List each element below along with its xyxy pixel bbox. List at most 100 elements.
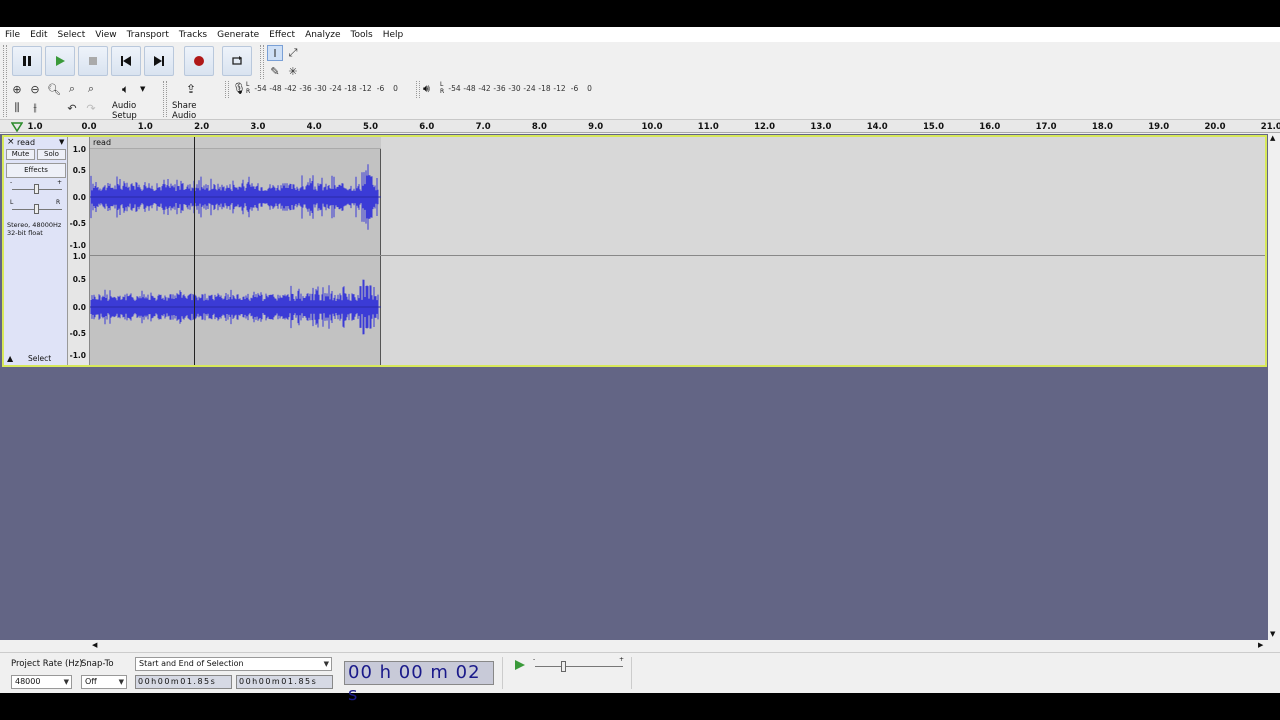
playback-meter[interactable]: -54 -48 -42 -36 -30 -24 -18 -12 -6 0 xyxy=(447,84,597,93)
speed-slider-thumb[interactable] xyxy=(561,661,566,672)
horizontal-scrollbar[interactable]: ◀ ▶ xyxy=(90,640,1268,652)
toolbar-grip[interactable] xyxy=(260,45,264,79)
fit-project-button[interactable]: ⌕ xyxy=(64,81,80,97)
scroll-up-icon[interactable]: ▲ xyxy=(1270,134,1275,142)
toolbar-grip[interactable] xyxy=(3,81,7,117)
timeline-ruler[interactable]: 1.0 0.0 1.0 2.0 3.0 4.0 5.0 6.0 7.0 8.0 9.0 10.0 11… xyxy=(0,120,1280,133)
track-menu-chevron-icon[interactable]: ▼ xyxy=(59,138,64,146)
vertical-scrollbar[interactable]: ▲ ▼ xyxy=(1268,134,1280,640)
project-rate-label: Project Rate (Hz) xyxy=(11,659,83,669)
audio-setup-label: Audio Setup xyxy=(112,101,137,121)
ruler-tick: 19.0 xyxy=(1148,122,1170,132)
undo-button[interactable]: ↶ xyxy=(64,100,80,116)
selection-start-time[interactable]: 00h00m01.85s xyxy=(135,675,232,689)
zoom-out-button[interactable]: ⊖ xyxy=(27,81,43,97)
selection-end-time[interactable]: 00h00m01.85s xyxy=(236,675,333,689)
gain-minus-label: - xyxy=(10,179,13,186)
skip-to-end-button[interactable] xyxy=(144,46,174,76)
stop-button[interactable] xyxy=(78,46,108,76)
speed-slider[interactable] xyxy=(535,666,623,667)
zoom-in-button[interactable]: ⊕ xyxy=(9,81,25,97)
meter-tick: -36 xyxy=(299,84,312,93)
menu-tracks[interactable]: Tracks xyxy=(174,30,212,40)
scroll-left-icon[interactable]: ◀ xyxy=(92,641,97,649)
snap-to-label: Snap-To xyxy=(81,659,114,669)
meter-tick: -36 xyxy=(493,84,506,93)
collapse-track-icon[interactable]: ▲ xyxy=(7,354,13,363)
track-name[interactable]: read xyxy=(17,138,35,147)
menu-effect[interactable]: Effect xyxy=(264,30,300,40)
menu-transport[interactable]: Transport xyxy=(122,30,174,40)
effects-button[interactable]: Effects xyxy=(6,163,66,178)
play-icon xyxy=(56,56,65,66)
meter-tick: -30 xyxy=(314,84,327,93)
speed-plus-label: + xyxy=(619,656,625,663)
menu-view[interactable]: View xyxy=(90,30,121,40)
audio-setup-button[interactable]: 🔈︎ ▼ Audio Setup xyxy=(108,80,160,121)
selection-mode-select[interactable]: Start and End of Selection ▼ xyxy=(135,657,332,671)
gain-slider-thumb[interactable] xyxy=(34,184,39,194)
scroll-right-icon[interactable]: ▶ xyxy=(1258,641,1263,649)
snap-to-select[interactable]: Off ▼ xyxy=(81,675,127,689)
pause-button[interactable] xyxy=(12,46,42,76)
share-audio-button[interactable]: ⇪ Share Audio xyxy=(168,80,218,121)
multi-tool[interactable]: ✳ xyxy=(285,63,301,79)
audio-clip[interactable]: read xyxy=(90,137,381,365)
menu-edit[interactable]: Edit xyxy=(25,30,52,40)
menu-help[interactable]: Help xyxy=(378,30,409,40)
envelope-tool[interactable]: ⤢ xyxy=(285,45,301,61)
toolbar-grip[interactable] xyxy=(416,81,420,98)
draw-tool[interactable]: ✎ xyxy=(267,63,283,79)
speaker-icon: 🔈︎ xyxy=(122,82,130,96)
ruler-tick: 20.0 xyxy=(1204,122,1226,132)
redo-button[interactable]: ↷ xyxy=(83,100,99,116)
track-area[interactable]: × read ▼ Mute Solo Effects - + L R Stere… xyxy=(0,134,1268,640)
toolbar-grip[interactable] xyxy=(163,81,167,117)
play-button[interactable] xyxy=(45,46,75,76)
meter-tick: -24 xyxy=(329,84,342,93)
loop-button[interactable] xyxy=(222,46,252,76)
play-icon xyxy=(515,660,525,670)
pan-slider-thumb[interactable] xyxy=(34,204,39,214)
meter-tick: -18 xyxy=(538,84,551,93)
pan-right-label: R xyxy=(56,199,61,206)
solo-button[interactable]: Solo xyxy=(37,149,66,160)
meter-tick: -24 xyxy=(523,84,536,93)
ruler-tick: 8.0 xyxy=(531,122,547,132)
zoom-in-icon: ⊕ xyxy=(12,82,22,96)
skip-to-start-button[interactable] xyxy=(111,46,141,76)
trim-icon: ⫼ xyxy=(14,101,20,114)
close-track-icon[interactable]: × xyxy=(7,137,15,147)
toolbar-grip[interactable] xyxy=(3,45,7,79)
microphone-icon[interactable]: 🎙︎ xyxy=(232,82,246,95)
selection-tool[interactable]: I xyxy=(267,45,283,61)
project-rate-select[interactable]: 48000 ▼ xyxy=(11,675,72,689)
select-track-button[interactable]: Select xyxy=(28,354,51,363)
ruler-left-value: 1.0 xyxy=(27,122,43,132)
record-meter[interactable]: -54 -48 -42 -36 -30 -24 -18 -12 -6 0 xyxy=(253,84,403,93)
play-at-speed-button[interactable] xyxy=(514,659,526,674)
menu-generate[interactable]: Generate xyxy=(212,30,264,40)
fit-selection-button[interactable]: 🔍︎ xyxy=(46,81,62,97)
scroll-down-icon[interactable]: ▼ xyxy=(1270,630,1275,638)
menu-file[interactable]: File xyxy=(0,30,25,40)
zoom-toggle-button[interactable]: ⌕ xyxy=(83,81,99,97)
ruler-tick: 4.0 xyxy=(306,122,322,132)
audio-track[interactable]: × read ▼ Mute Solo Effects - + L R Stere… xyxy=(2,135,1267,367)
mute-button[interactable]: Mute xyxy=(6,149,35,160)
zoom-toggle-icon: ⌕ xyxy=(87,82,95,95)
ruler-tick: 14.0 xyxy=(866,122,888,132)
menu-select[interactable]: Select xyxy=(53,30,91,40)
menu-tools[interactable]: Tools xyxy=(346,30,378,40)
speaker-meter-icon[interactable]: 🔊︎ xyxy=(423,82,430,96)
record-button[interactable] xyxy=(184,46,214,76)
silence-button[interactable]: ⫲ xyxy=(27,100,43,116)
waveform xyxy=(90,164,381,335)
meter-tick: -42 xyxy=(478,84,491,93)
meter-tick: -48 xyxy=(269,84,282,93)
menu-analyze[interactable]: Analyze xyxy=(300,30,345,40)
selection-mode-value: Start and End of Selection xyxy=(139,659,244,668)
audio-position-time[interactable]: 00 h 00 m 02 s xyxy=(344,661,494,705)
trim-button[interactable]: ⫼ xyxy=(9,100,25,116)
toolbar-grip[interactable] xyxy=(225,81,229,98)
